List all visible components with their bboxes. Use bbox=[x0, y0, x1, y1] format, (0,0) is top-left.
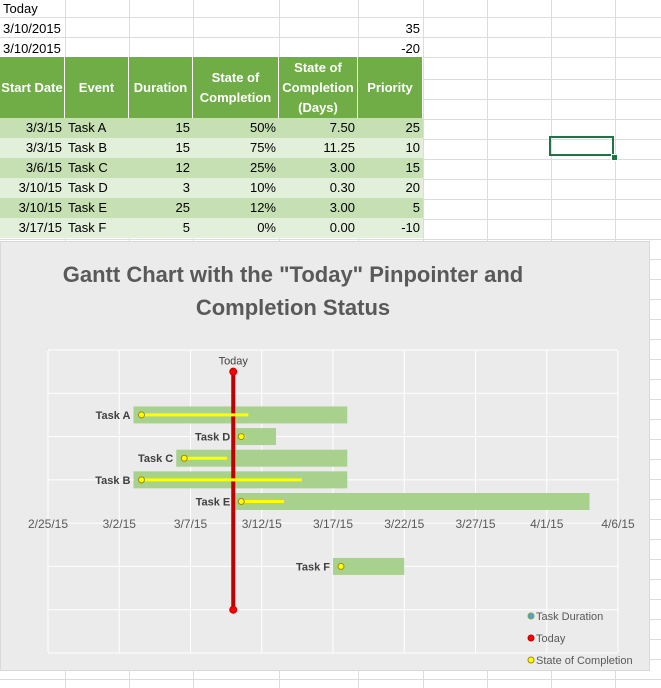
x-tick-label: 3/22/15 bbox=[384, 517, 424, 531]
task-label: Task C bbox=[138, 453, 173, 465]
header-text-line: State of bbox=[211, 69, 260, 85]
cell-event[interactable]: Task E bbox=[68, 199, 129, 217]
header-text-line: (Days) bbox=[298, 99, 338, 115]
completion-marker bbox=[180, 454, 188, 462]
today-date-cell-2[interactable]: 3/10/2015 bbox=[3, 40, 61, 58]
cell-priority[interactable]: 25 bbox=[358, 119, 420, 137]
cell-completion[interactable]: 12% bbox=[193, 199, 276, 217]
cell-completion-days[interactable]: 0.00 bbox=[279, 219, 355, 237]
today-value-cell-1[interactable]: 35 bbox=[360, 20, 420, 38]
x-tick-label: 3/17/15 bbox=[313, 517, 353, 531]
completion-marker bbox=[138, 476, 145, 484]
today-label-cell[interactable]: Today bbox=[3, 0, 38, 18]
task-label: Task F bbox=[296, 561, 330, 573]
task-label: Task A bbox=[96, 410, 131, 422]
cell-duration[interactable]: 5 bbox=[129, 219, 190, 237]
cell-completion[interactable]: 0% bbox=[193, 219, 276, 237]
legend-marker bbox=[527, 612, 535, 620]
today-label: Today bbox=[219, 356, 249, 368]
cell-completion-days[interactable]: 3.00 bbox=[279, 159, 355, 177]
header-duration[interactable]: Duration bbox=[129, 57, 193, 118]
x-tick-label: 3/7/15 bbox=[174, 517, 208, 531]
sheet-row-line bbox=[0, 37, 661, 38]
cell-event[interactable]: Task F bbox=[68, 219, 129, 237]
fill-handle[interactable] bbox=[611, 154, 618, 161]
cell-completion-days[interactable]: 3.00 bbox=[279, 199, 355, 217]
completion-marker bbox=[237, 498, 245, 505]
header-state-of-completion[interactable]: State of Completion bbox=[193, 57, 279, 118]
header-text-line: Completion bbox=[282, 79, 354, 95]
header-text-line: Completion bbox=[199, 89, 272, 105]
legend-entry: State of Completion bbox=[536, 655, 633, 667]
header-text-line: Start Date bbox=[1, 79, 63, 95]
cell-completion[interactable]: 50% bbox=[193, 119, 276, 137]
header-start-date[interactable]: Start Date bbox=[0, 57, 65, 118]
task-label: Task B bbox=[95, 475, 130, 487]
cell-start-date[interactable]: 3/3/15 bbox=[0, 119, 62, 137]
cell-start-date[interactable]: 3/10/15 bbox=[0, 199, 62, 217]
header-text-line: State of bbox=[294, 59, 342, 75]
x-tick-label: 3/12/15 bbox=[242, 517, 282, 531]
today-endpoint-marker bbox=[229, 367, 238, 376]
cell-start-date[interactable]: 3/17/15 bbox=[0, 219, 62, 237]
x-tick-label: 2/25/15 bbox=[28, 517, 68, 531]
cell-start-date[interactable]: 3/10/15 bbox=[0, 179, 62, 197]
cell-event[interactable]: Task D bbox=[68, 179, 129, 197]
gantt-chart[interactable]: Gantt Chart with the "Today" Pinpointer … bbox=[0, 241, 650, 671]
header-text-line: Event bbox=[78, 79, 115, 95]
cell-duration[interactable]: 3 bbox=[129, 179, 190, 197]
cell-completion[interactable]: 10% bbox=[193, 179, 276, 197]
header-completion-days[interactable]: State of Completion (Days) bbox=[279, 57, 358, 118]
x-tick-label: 3/2/15 bbox=[103, 517, 137, 531]
cell-duration[interactable]: 25 bbox=[129, 199, 190, 217]
completion-marker bbox=[237, 433, 245, 441]
header-event[interactable]: Event bbox=[65, 57, 129, 118]
task-label: Task E bbox=[196, 497, 231, 509]
cell-priority[interactable]: 5 bbox=[358, 199, 420, 217]
cell-completion[interactable]: 75% bbox=[193, 139, 276, 157]
chart-title: Completion Status bbox=[196, 295, 390, 320]
x-tick-label: 4/6/15 bbox=[601, 517, 635, 531]
x-tick-label: 3/27/15 bbox=[455, 517, 495, 531]
cell-start-date[interactable]: 3/6/15 bbox=[0, 159, 62, 177]
cell-event[interactable]: Task C bbox=[68, 159, 129, 177]
cell-duration[interactable]: 12 bbox=[129, 159, 190, 177]
legend-entry: Task Duration bbox=[536, 611, 603, 623]
cell-priority[interactable]: 20 bbox=[358, 179, 420, 197]
cell-completion[interactable]: 25% bbox=[193, 159, 276, 177]
completion-marker bbox=[138, 411, 145, 419]
task-duration-bar bbox=[233, 493, 590, 510]
today-endpoint-marker bbox=[229, 605, 238, 614]
today-value-cell-2[interactable]: -20 bbox=[360, 40, 420, 58]
cell-duration[interactable]: 15 bbox=[129, 139, 190, 157]
cell-priority[interactable]: 10 bbox=[358, 139, 420, 157]
sheet-row-line bbox=[0, 17, 661, 18]
header-text-line: Priority bbox=[367, 79, 413, 95]
cell-priority[interactable]: -10 bbox=[358, 219, 420, 237]
sheet-row-line bbox=[0, 239, 661, 240]
cell-completion-days[interactable]: 0.30 bbox=[279, 179, 355, 197]
legend-marker bbox=[527, 656, 535, 664]
selected-cell[interactable] bbox=[549, 136, 614, 156]
cell-event[interactable]: Task A bbox=[68, 119, 129, 137]
header-priority[interactable]: Priority bbox=[358, 57, 423, 118]
legend-entry: Today bbox=[536, 633, 566, 645]
chart-title: Gantt Chart with the "Today" Pinpointer … bbox=[63, 262, 523, 287]
today-date-cell-1[interactable]: 3/10/2015 bbox=[3, 20, 61, 38]
sheet-row-line bbox=[0, 679, 661, 680]
cell-completion-days[interactable]: 11.25 bbox=[279, 139, 355, 157]
legend-marker bbox=[527, 634, 535, 642]
cell-priority[interactable]: 15 bbox=[358, 159, 420, 177]
chart-svg: Gantt Chart with the "Today" Pinpointer … bbox=[28, 262, 635, 667]
cell-event[interactable]: Task B bbox=[68, 139, 129, 157]
completion-marker bbox=[337, 562, 345, 570]
task-label: Task D bbox=[195, 432, 230, 444]
x-tick-label: 4/1/15 bbox=[530, 517, 564, 531]
header-text-line: Duration bbox=[133, 79, 188, 95]
cell-duration[interactable]: 15 bbox=[129, 119, 190, 137]
cell-start-date[interactable]: 3/3/15 bbox=[0, 139, 62, 157]
cell-completion-days[interactable]: 7.50 bbox=[279, 119, 355, 137]
